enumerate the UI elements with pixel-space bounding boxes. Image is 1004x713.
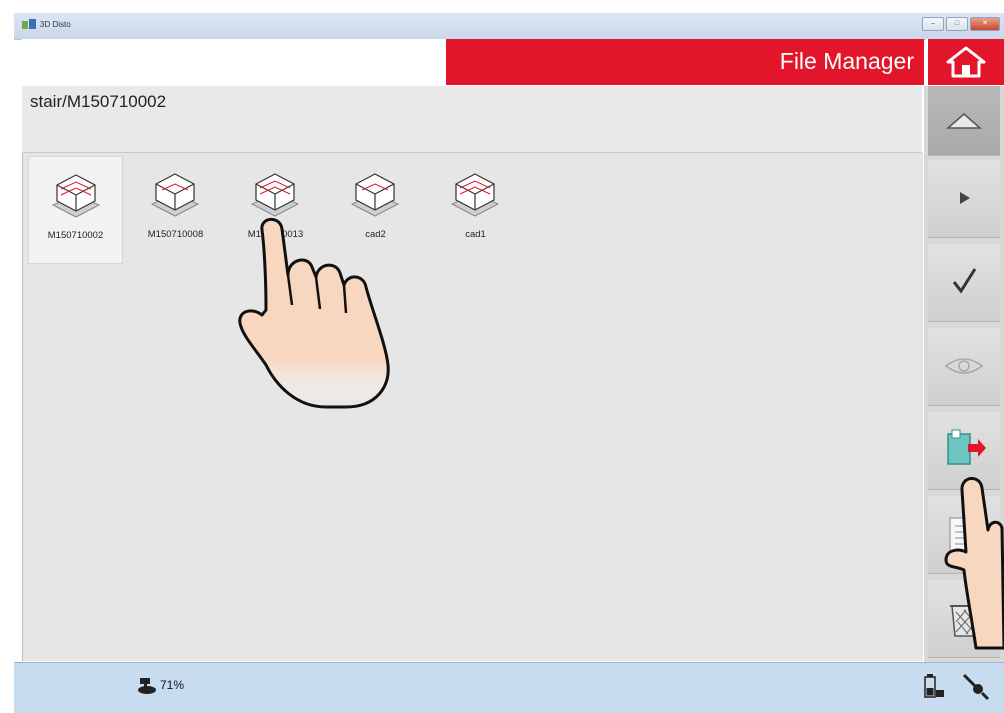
- file-browser: M150710002 M150710008 M150710013 cad2: [22, 153, 923, 661]
- file-item-m150710002[interactable]: M150710002: [28, 156, 123, 264]
- status-bar: 71%: [14, 662, 1004, 713]
- next-button[interactable]: [928, 160, 1000, 238]
- file-name: M150710002: [47, 230, 104, 241]
- up-button[interactable]: [928, 86, 1000, 156]
- home-icon: [946, 46, 986, 78]
- pointing-hand-icon: [944, 477, 1004, 650]
- checkmark-icon: [952, 268, 977, 294]
- header-blank: [22, 39, 446, 85]
- battery-percentage: 71%: [160, 678, 185, 692]
- minimize-button[interactable]: –: [922, 17, 944, 31]
- file-name: M150710008: [147, 229, 204, 240]
- up-icon: [946, 113, 982, 129]
- close-button[interactable]: ✕: [970, 17, 1000, 31]
- pointing-hand-icon: [238, 217, 390, 409]
- breadcrumb: stair/M150710002: [30, 92, 167, 111]
- battery-icon: [924, 674, 944, 698]
- 3d-model-icon: [51, 174, 101, 218]
- file-item-m150710008[interactable]: M150710008: [128, 156, 223, 264]
- export-icon: [947, 429, 986, 465]
- view-button[interactable]: [928, 328, 1000, 406]
- 3d-model-icon: [150, 173, 200, 217]
- path-bar: stair/M150710002: [22, 86, 922, 153]
- 3d-model-icon: [450, 173, 500, 217]
- 3d-model-icon: [350, 173, 400, 217]
- app-icon: [22, 19, 36, 29]
- window-titlebar: 3D Disto – □ ✕: [14, 13, 1004, 40]
- file-name: cad1: [465, 229, 486, 240]
- play-icon: [960, 192, 970, 204]
- window-title: 3D Disto: [40, 20, 71, 29]
- connection-icon: [962, 673, 990, 701]
- file-item-cad1[interactable]: cad1: [428, 156, 523, 264]
- page-title: File Manager: [779, 48, 914, 74]
- 3d-model-icon: [250, 173, 300, 217]
- header-bar: File Manager: [446, 39, 924, 85]
- home-button[interactable]: [926, 39, 1004, 85]
- eye-icon: [944, 358, 984, 374]
- device-battery-icon: [138, 678, 156, 694]
- maximize-button[interactable]: □: [946, 17, 968, 31]
- confirm-button[interactable]: [928, 244, 1000, 322]
